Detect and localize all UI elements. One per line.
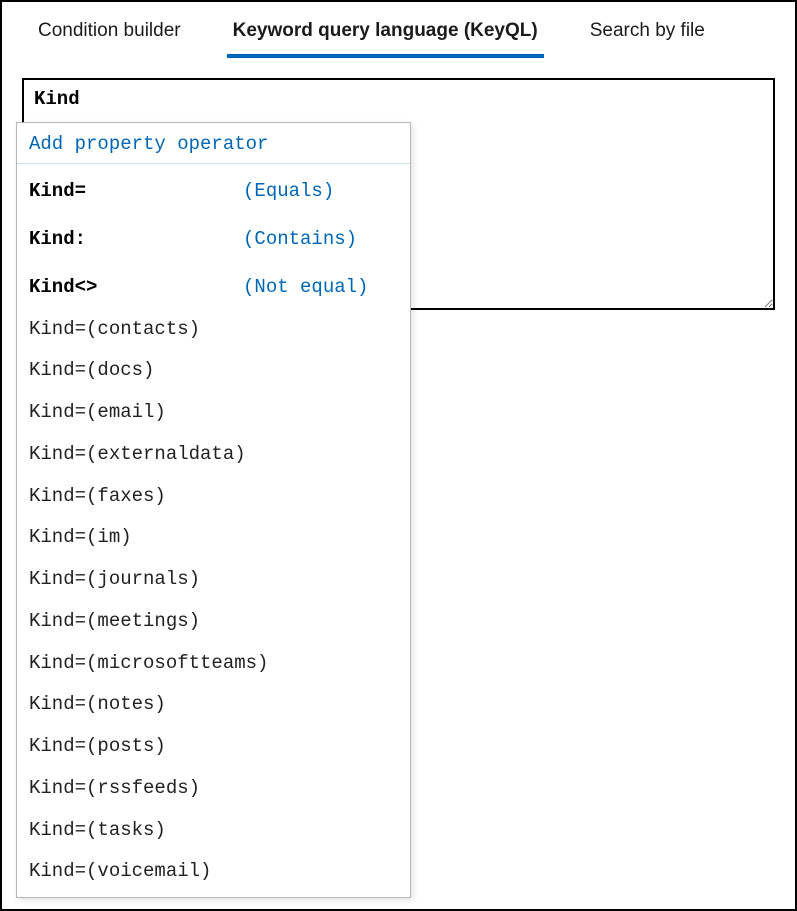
value-suggestion[interactable]: Kind=(im) xyxy=(17,517,410,559)
value-suggestion[interactable]: Kind=(externaldata) xyxy=(17,434,410,476)
value-suggestion[interactable]: Kind=(posts) xyxy=(17,726,410,768)
value-suggestion[interactable]: Kind=(faxes) xyxy=(17,476,410,518)
value-suggestion[interactable]: Kind=(rssfeeds) xyxy=(17,768,410,810)
app-frame: Condition builder Keyword query language… xyxy=(0,0,797,911)
value-suggestion[interactable]: Kind=(docs) xyxy=(17,350,410,392)
value-suggestion[interactable]: Kind=(tasks) xyxy=(17,810,410,852)
value-suggestion[interactable]: Kind=(email) xyxy=(17,392,410,434)
operator-suggestion-not-equal[interactable]: Kind<> (Not equal) xyxy=(17,260,410,308)
tab-strip: Condition builder Keyword query language… xyxy=(2,2,795,58)
operator-suggestion-equals[interactable]: Kind= (Equals) xyxy=(17,164,410,212)
tab-keyql[interactable]: Keyword query language (KeyQL) xyxy=(227,12,544,58)
value-suggestion[interactable]: Kind=(notes) xyxy=(17,684,410,726)
operator-desc: (Equals) xyxy=(243,180,334,202)
value-suggestion[interactable]: Kind=(meetings) xyxy=(17,601,410,643)
operator-key: Kind= xyxy=(29,174,243,208)
operator-desc: (Not equal) xyxy=(243,276,368,298)
tab-condition-builder[interactable]: Condition builder xyxy=(32,12,187,58)
autocomplete-header: Add property operator xyxy=(17,123,410,164)
operator-desc: (Contains) xyxy=(243,228,357,250)
value-suggestion[interactable]: Kind=(voicemail) xyxy=(17,851,410,893)
value-suggestion[interactable]: Kind=(contacts) xyxy=(17,309,410,351)
operator-suggestion-contains[interactable]: Kind: (Contains) xyxy=(17,212,410,260)
operator-key: Kind: xyxy=(29,222,243,256)
value-suggestion[interactable]: Kind=(journals) xyxy=(17,559,410,601)
value-suggestion-list: Kind=(contacts) Kind=(docs) Kind=(email)… xyxy=(17,309,410,898)
value-suggestion[interactable]: Kind=(microsoftteams) xyxy=(17,643,410,685)
operator-key: Kind<> xyxy=(29,270,243,304)
keyql-autocomplete: Add property operator Kind= (Equals) Kin… xyxy=(16,122,411,898)
tab-search-by-file[interactable]: Search by file xyxy=(584,12,711,58)
